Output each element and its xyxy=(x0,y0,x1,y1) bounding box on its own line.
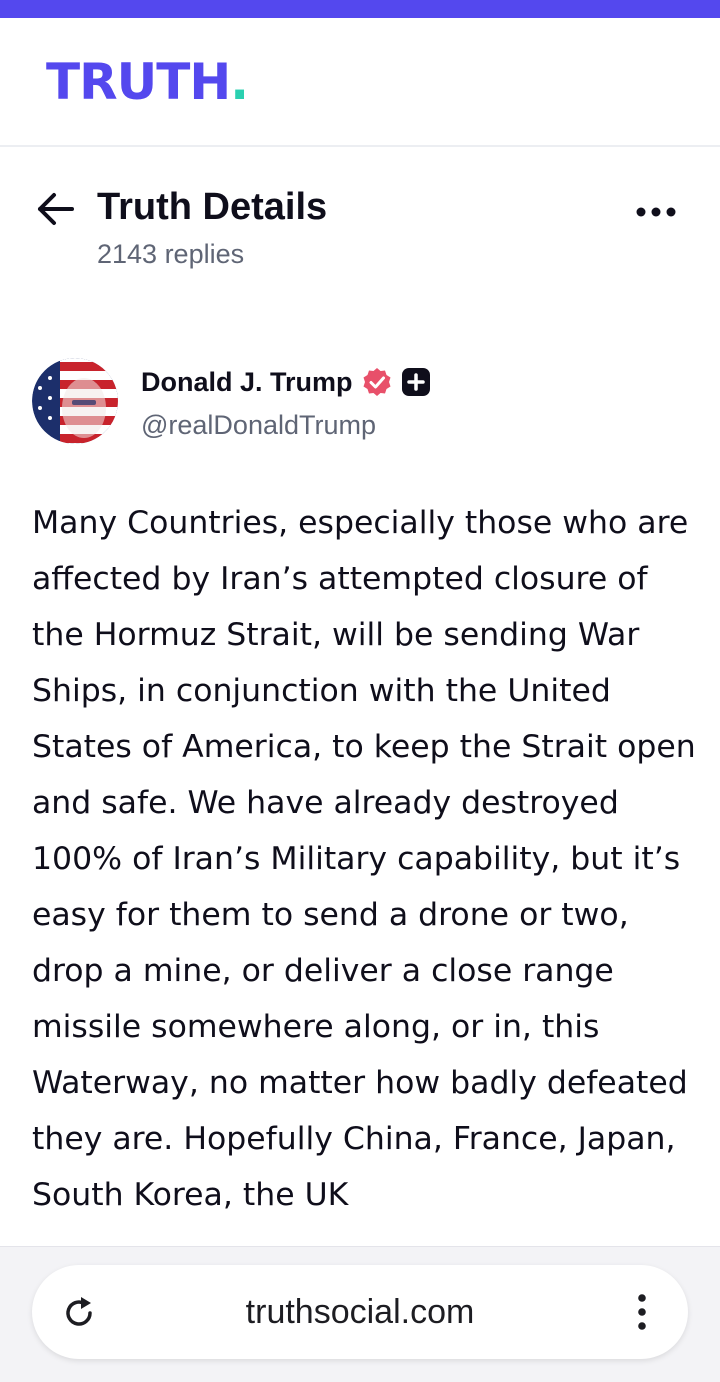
back-button[interactable] xyxy=(34,189,78,229)
author-handle[interactable]: @realDonaldTrump xyxy=(141,408,376,442)
truth-logo[interactable]: TRUTH. xyxy=(46,52,249,112)
address-bar[interactable]: truthsocial.com xyxy=(32,1265,688,1359)
author-name-row: Donald J. Trump xyxy=(141,362,431,402)
reload-icon xyxy=(66,1297,92,1326)
more-horizontal-icon xyxy=(636,207,676,217)
browser-bottom-bar: truthsocial.com xyxy=(0,1246,720,1382)
brand-bar: TRUTH. xyxy=(0,18,720,147)
post-author: Donald J. Trump @realDonaldTrump xyxy=(32,358,692,448)
more-vertical-icon xyxy=(638,1294,646,1330)
logo-text: TRUTH xyxy=(46,53,231,111)
reload-button[interactable] xyxy=(60,1294,98,1332)
author-name[interactable]: Donald J. Trump xyxy=(141,367,353,398)
post-text: Many Countries, especially those who are… xyxy=(32,505,696,1213)
plus-square-icon xyxy=(401,368,430,396)
verified-badge-icon xyxy=(363,368,391,396)
reply-count: 2143 replies xyxy=(97,239,245,269)
page-title: Truth Details xyxy=(97,186,328,228)
arrow-left-icon xyxy=(38,193,74,225)
more-options-button[interactable] xyxy=(630,197,682,227)
avatar-image xyxy=(32,358,118,444)
url-text[interactable]: truthsocial.com xyxy=(32,1265,688,1359)
details-header: Truth Details 2143 replies xyxy=(0,149,720,289)
avatar[interactable] xyxy=(32,358,118,444)
top-accent-bar xyxy=(0,0,720,18)
logo-dot: . xyxy=(230,53,249,111)
browser-menu-button[interactable] xyxy=(630,1292,654,1332)
post-content: Many Countries, especially those who are… xyxy=(32,495,696,1247)
